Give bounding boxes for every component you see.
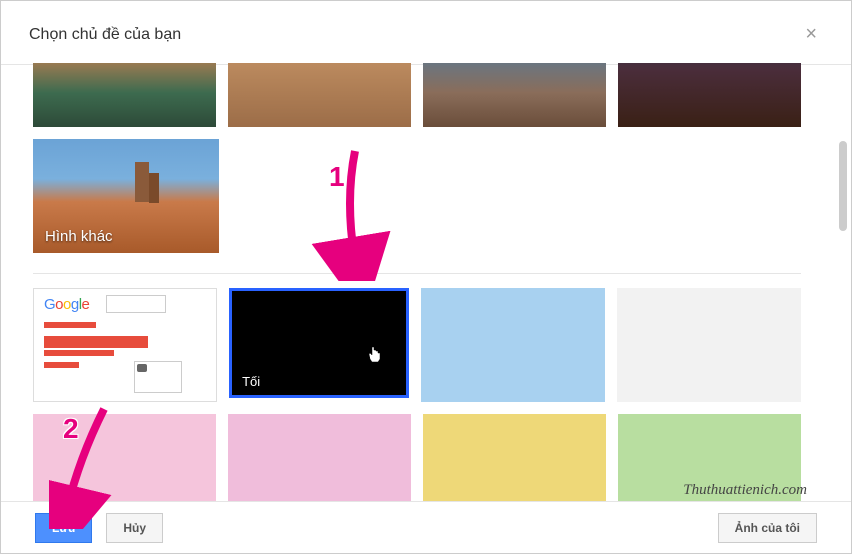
footer: Lưu Hủy Ảnh của tôi (1, 501, 851, 553)
theme-image-2[interactable] (228, 63, 411, 127)
google-logo: Google (38, 293, 95, 316)
cancel-button[interactable]: Hủy (106, 513, 163, 543)
theme-gray[interactable] (617, 288, 801, 402)
theme-image-4[interactable] (618, 63, 801, 127)
theme-image-3[interactable] (423, 63, 606, 127)
theme-more-images[interactable]: Hình khác (33, 139, 219, 253)
theme-dark[interactable]: Tối (229, 288, 409, 398)
image-row-2: Hình khác (33, 139, 801, 253)
my-photos-button[interactable]: Ảnh của tôi (718, 513, 817, 543)
cursor-hand-icon (367, 345, 383, 370)
theme-image-1[interactable] (33, 63, 216, 127)
theme-dark-label: Tối (242, 374, 260, 389)
theme-light[interactable]: Google (33, 288, 217, 402)
theme-pink-light[interactable] (33, 414, 216, 501)
theme-pink[interactable] (228, 414, 411, 501)
save-button[interactable]: Lưu (35, 513, 92, 543)
dialog-header: Chọn chủ đề của bạn × (1, 1, 851, 65)
close-button[interactable]: × (799, 23, 823, 46)
theme-row-1: Google Tối (33, 288, 801, 402)
preview-lines (38, 322, 212, 368)
search-preview (106, 295, 166, 313)
close-icon: × (805, 23, 817, 45)
dialog-title: Chọn chủ đề của bạn (29, 26, 181, 44)
annotation-number-1: 1 (329, 161, 345, 193)
preview-box (134, 361, 182, 393)
image-row-partial (33, 63, 801, 127)
section-divider (33, 273, 801, 274)
theme-yellow[interactable] (423, 414, 606, 501)
scrollbar[interactable] (839, 141, 847, 231)
annotation-number-2: 2 (63, 413, 79, 445)
more-images-label: Hình khác (45, 228, 113, 245)
watermark: Thuthuattienich.com (683, 482, 807, 499)
content-area: Hình khác Google Tối (1, 63, 835, 501)
theme-blue[interactable] (421, 288, 605, 402)
